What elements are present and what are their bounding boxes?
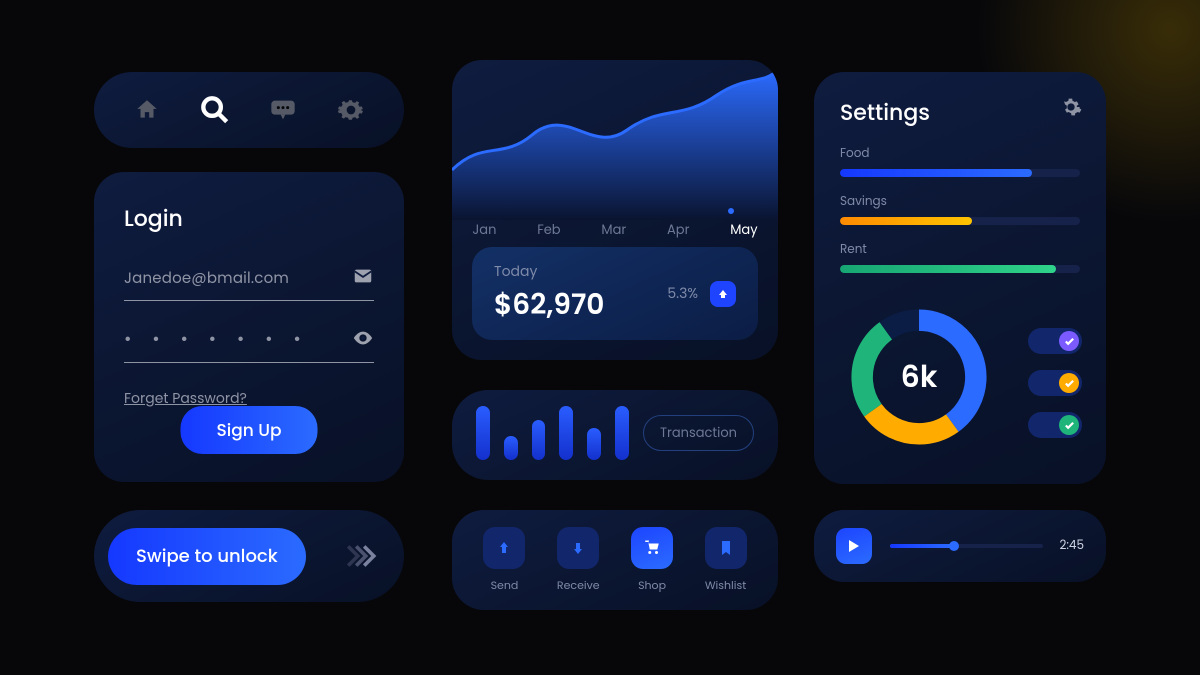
area-chart: [452, 60, 778, 220]
bar-label: Rent: [840, 241, 1080, 259]
action-label: Shop: [638, 577, 666, 594]
month-label[interactable]: Mar: [601, 220, 626, 240]
toggle[interactable]: [1028, 412, 1082, 438]
send-action[interactable]: Send: [483, 527, 525, 594]
login-title: Login: [124, 202, 374, 235]
bar-label: Food: [840, 145, 1080, 163]
arrow-up-icon[interactable]: [710, 281, 736, 307]
month-label[interactable]: Feb: [537, 220, 560, 240]
password-value: • • • • • • •: [124, 327, 309, 352]
eq-bar: [559, 406, 573, 460]
donut-center-value: 6k: [844, 302, 994, 452]
change-pct: 5.3%: [667, 283, 698, 304]
action-label: Send: [491, 577, 519, 594]
month-label[interactable]: Apr: [667, 220, 689, 240]
bar-label: Savings: [840, 193, 1080, 211]
action-label: Receive: [557, 577, 600, 594]
swipe-unlock[interactable]: Swipe to unlock: [94, 510, 404, 602]
nav-pill: [94, 72, 404, 148]
email-value: Janedoe@bmail.com: [124, 268, 289, 289]
password-field[interactable]: • • • • • • •: [124, 323, 374, 363]
eq-bar: [504, 436, 518, 460]
donut-chart: 6k: [844, 302, 994, 452]
active-month-dot: [728, 208, 734, 214]
month-axis: Jan Feb Mar Apr May: [452, 220, 778, 240]
forgot-password-link[interactable]: Forget Password?: [124, 388, 247, 408]
check-icon: [1059, 373, 1079, 393]
actions-card: Send Receive Shop Wishlist: [452, 510, 778, 610]
cart-icon: [631, 527, 673, 569]
eye-icon[interactable]: [352, 327, 374, 349]
bookmark-icon: [705, 527, 747, 569]
toggle[interactable]: [1028, 370, 1082, 396]
settings-card: Settings Food Savings Rent 6k: [814, 72, 1106, 484]
settings-title: Settings: [840, 96, 1080, 129]
progress-fill: [890, 544, 954, 548]
chat-icon[interactable]: [268, 95, 298, 125]
swipe-label: Swipe to unlock: [108, 528, 306, 585]
login-card: Login Janedoe@bmail.com • • • • • • • Fo…: [94, 172, 404, 482]
eq-bar: [476, 406, 490, 460]
check-icon: [1059, 415, 1079, 435]
month-label[interactable]: Jan: [472, 220, 496, 240]
equalizer-card: Transaction: [452, 390, 778, 480]
eq-bar: [615, 406, 629, 460]
revenue-chart-card: Jan Feb Mar Apr May Today $62,970 5.3%: [452, 60, 778, 360]
gear-icon[interactable]: [336, 95, 366, 125]
progress-track[interactable]: [890, 544, 1043, 548]
eq-bar: [532, 420, 546, 460]
email-field[interactable]: Janedoe@bmail.com: [124, 261, 374, 301]
home-icon[interactable]: [132, 95, 162, 125]
action-label: Wishlist: [705, 577, 746, 594]
arrow-up-icon: [483, 527, 525, 569]
media-player: 2:45: [814, 510, 1106, 582]
today-label: Today: [494, 261, 604, 282]
month-label[interactable]: May: [730, 220, 757, 240]
play-button[interactable]: [836, 528, 872, 564]
receive-action[interactable]: Receive: [557, 527, 600, 594]
today-value: $62,970: [494, 284, 604, 326]
food-bar: Food: [840, 145, 1080, 177]
time-label: 2:45: [1059, 537, 1084, 555]
check-icon: [1059, 331, 1079, 351]
rent-bar: Rent: [840, 241, 1080, 273]
savings-bar: Savings: [840, 193, 1080, 225]
transaction-button[interactable]: Transaction: [643, 415, 754, 451]
arrow-down-icon: [557, 527, 599, 569]
eq-bar: [587, 428, 601, 460]
gear-icon[interactable]: [1060, 96, 1082, 125]
shop-action[interactable]: Shop: [631, 527, 673, 594]
chevron-right-icon: [354, 544, 378, 568]
mail-icon: [352, 265, 374, 287]
search-icon[interactable]: [196, 91, 234, 129]
toggle[interactable]: [1028, 328, 1082, 354]
wishlist-action[interactable]: Wishlist: [705, 527, 747, 594]
today-summary: Today $62,970 5.3%: [472, 247, 758, 340]
sign-up-button[interactable]: Sign Up: [181, 406, 318, 454]
